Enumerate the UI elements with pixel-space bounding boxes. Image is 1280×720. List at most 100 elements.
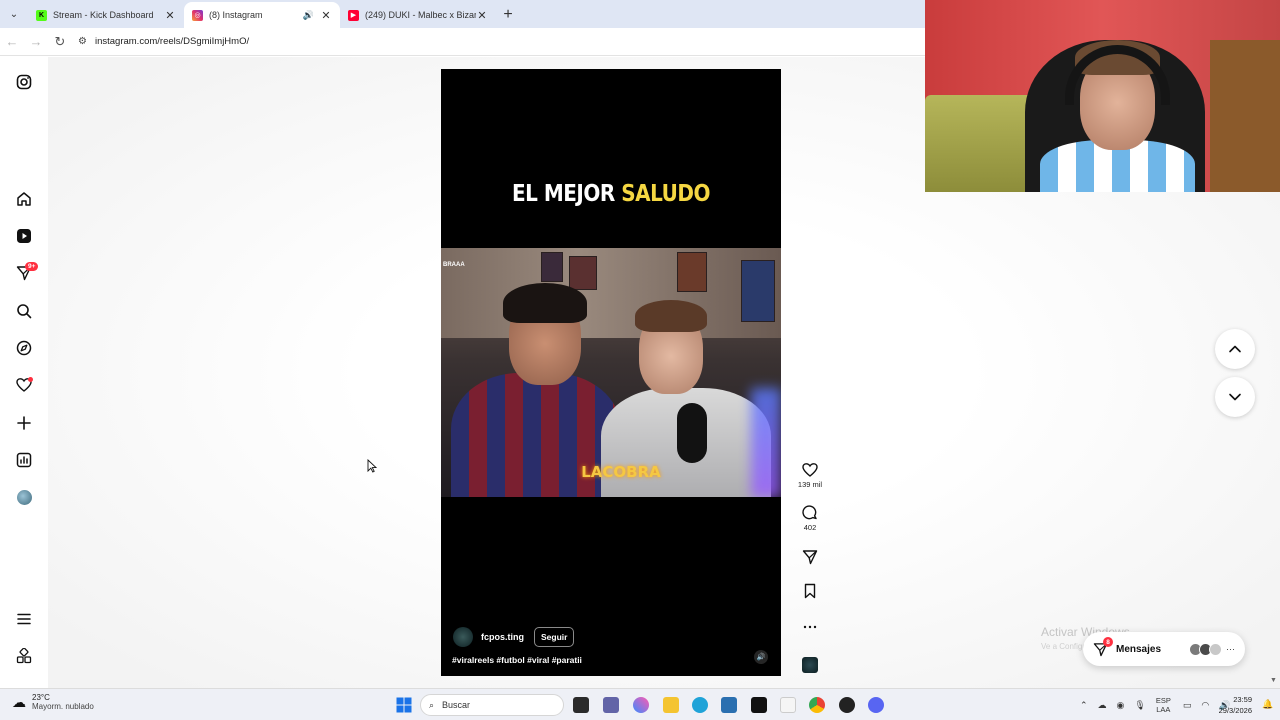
- sidebar: 9+: [0, 57, 48, 688]
- tab-instagram[interactable]: ◎ (8) Instagram 🔊 ✕: [184, 2, 340, 28]
- chevron-up-icon: [1229, 345, 1241, 353]
- notification-bell-icon[interactable]: 🔔: [1262, 699, 1273, 710]
- video-poster: [677, 252, 707, 292]
- tab-title: (249) DUKI - Malbec x Bizarrap: [365, 10, 476, 20]
- chevron-up-icon[interactable]: ⌃: [1080, 700, 1088, 711]
- chrome-icon[interactable]: [809, 697, 825, 713]
- notepad-icon[interactable]: [780, 697, 796, 713]
- video-tag: BRAAA: [443, 262, 465, 268]
- language-indicator[interactable]: ESP LAA: [1156, 696, 1171, 714]
- close-tab-icon[interactable]: ✕: [164, 9, 176, 22]
- reel-caption[interactable]: #viralreels #futbol #viral #paratii: [452, 655, 582, 665]
- kick-icon: K: [36, 9, 47, 21]
- reel-author: fcpos.ting Seguir: [453, 627, 575, 647]
- more-icon: ···: [1226, 644, 1235, 654]
- speaker-icon[interactable]: 🔊: [303, 10, 314, 21]
- search-placeholder: Buscar: [442, 700, 471, 710]
- taskbar-search[interactable]: ⌕ Buscar: [420, 694, 564, 716]
- system-clock[interactable]: 23:59 29/3/2026: [1214, 694, 1252, 716]
- reel-headline: EL MEJOR SALUDO: [441, 179, 781, 207]
- share-icon[interactable]: [802, 549, 818, 565]
- weather-temp: 23°C: [32, 693, 50, 702]
- microphone-icon[interactable]: 🎙: [1134, 700, 1145, 711]
- next-reel-button[interactable]: [1215, 377, 1255, 417]
- teams-icon[interactable]: [603, 697, 619, 713]
- headline-yellow: SALUDO: [621, 179, 710, 207]
- lang-bottom: LAA: [1156, 705, 1171, 714]
- scroll-down-icon[interactable]: ▼: [1270, 677, 1277, 684]
- edge-icon[interactable]: [692, 697, 708, 713]
- video-logo: LACOBRA: [581, 463, 661, 481]
- previous-reel-button[interactable]: [1215, 329, 1255, 369]
- chevron-down-icon: [1229, 393, 1241, 401]
- copilot-icon[interactable]: [633, 697, 649, 713]
- home-icon[interactable]: [14, 189, 34, 209]
- reload-icon[interactable]: ↻: [48, 34, 72, 50]
- audio-thumbnail[interactable]: [790, 657, 830, 673]
- more-action[interactable]: [790, 619, 830, 635]
- weather-widget[interactable]: ☁ 23°C Mayorm. nublado: [12, 693, 94, 711]
- display-icon[interactable]: ▭: [1183, 700, 1192, 711]
- dashboard-icon[interactable]: [14, 450, 34, 470]
- windows-taskbar: ☁ 23°C Mayorm. nublado ⌕ Buscar ⌃ ☁ ◉ 🎙 …: [0, 688, 1280, 720]
- wifi-icon[interactable]: ◠: [1201, 700, 1209, 711]
- video-poster: [741, 260, 775, 322]
- webcam-overlay: [925, 0, 1280, 192]
- notifications-dot: [28, 377, 33, 382]
- mouse-cursor-icon: [367, 459, 377, 473]
- tab-search-chevron-icon[interactable]: ⌄: [0, 0, 28, 28]
- video-poster: [541, 252, 563, 282]
- store-icon[interactable]: [721, 697, 737, 713]
- discord-icon[interactable]: [868, 697, 884, 713]
- follow-button[interactable]: Seguir: [534, 627, 575, 647]
- save-action[interactable]: [790, 583, 830, 599]
- reel-video[interactable]: EL MEJOR SALUDO BRAAA LACOBRA fcpos.ting…: [441, 69, 781, 676]
- obs-icon[interactable]: [839, 697, 855, 713]
- close-tab-icon[interactable]: ✕: [476, 9, 488, 22]
- apps-icon[interactable]: [14, 646, 34, 666]
- tiktok-icon[interactable]: [751, 697, 767, 713]
- instagram-logo-icon[interactable]: [14, 72, 34, 92]
- messages-pill[interactable]: 8 Mensajes ···: [1083, 632, 1245, 666]
- author-avatar[interactable]: [453, 627, 473, 647]
- avatar: [1209, 642, 1222, 656]
- menu-icon[interactable]: [14, 609, 34, 629]
- forward-icon[interactable]: →: [24, 34, 48, 49]
- share-action[interactable]: [790, 549, 830, 565]
- start-windows-icon[interactable]: [396, 697, 412, 713]
- tab-youtube[interactable]: ▶ (249) DUKI - Malbec x Bizarrap ✕: [340, 2, 496, 28]
- like-action[interactable]: 139 mil: [790, 462, 830, 489]
- site-settings-icon[interactable]: ⚙: [78, 36, 87, 47]
- new-tab-button[interactable]: +: [496, 2, 520, 28]
- headline-white: EL MEJOR: [511, 179, 622, 207]
- onedrive-icon[interactable]: ☁: [1098, 700, 1107, 711]
- profile-avatar[interactable]: [14, 487, 34, 507]
- tab-kick-dashboard[interactable]: K Stream - Kick Dashboard ✕: [28, 2, 184, 28]
- comment-action[interactable]: 402: [790, 505, 830, 532]
- lang-top: ESP: [1155, 696, 1171, 705]
- create-plus-icon[interactable]: [14, 413, 34, 433]
- back-icon[interactable]: ←: [0, 34, 24, 49]
- file-explorer-icon[interactable]: [663, 697, 679, 713]
- address-bar[interactable]: ⚙ instagram.com/reels/DSgmiImjHmO/: [78, 31, 925, 53]
- mute-icon[interactable]: 🔊: [754, 650, 768, 664]
- reels-icon[interactable]: [14, 226, 34, 246]
- search-icon[interactable]: [14, 301, 34, 321]
- webcam-shelf: [1210, 40, 1280, 192]
- close-tab-icon[interactable]: ✕: [320, 9, 332, 22]
- network-icon[interactable]: ◉: [1117, 700, 1125, 711]
- task-view-icon[interactable]: [573, 697, 589, 713]
- author-username[interactable]: fcpos.ting: [481, 632, 524, 642]
- led-glow: [751, 388, 781, 497]
- more-options-icon[interactable]: [802, 619, 818, 635]
- youtube-icon: ▶: [348, 9, 359, 21]
- heart-icon[interactable]: [802, 462, 818, 478]
- browser-tab-strip: ⌄ K Stream - Kick Dashboard ✕ ◎ (8) Inst…: [0, 0, 925, 28]
- microphone: [677, 403, 707, 463]
- bookmark-icon[interactable]: [802, 583, 818, 599]
- clock-time: 23:59: [1233, 695, 1252, 704]
- weather-condition: Mayorm. nublado: [32, 702, 94, 711]
- explore-icon[interactable]: [14, 338, 34, 358]
- instagram-icon: ◎: [192, 9, 203, 21]
- comment-icon[interactable]: [802, 505, 818, 521]
